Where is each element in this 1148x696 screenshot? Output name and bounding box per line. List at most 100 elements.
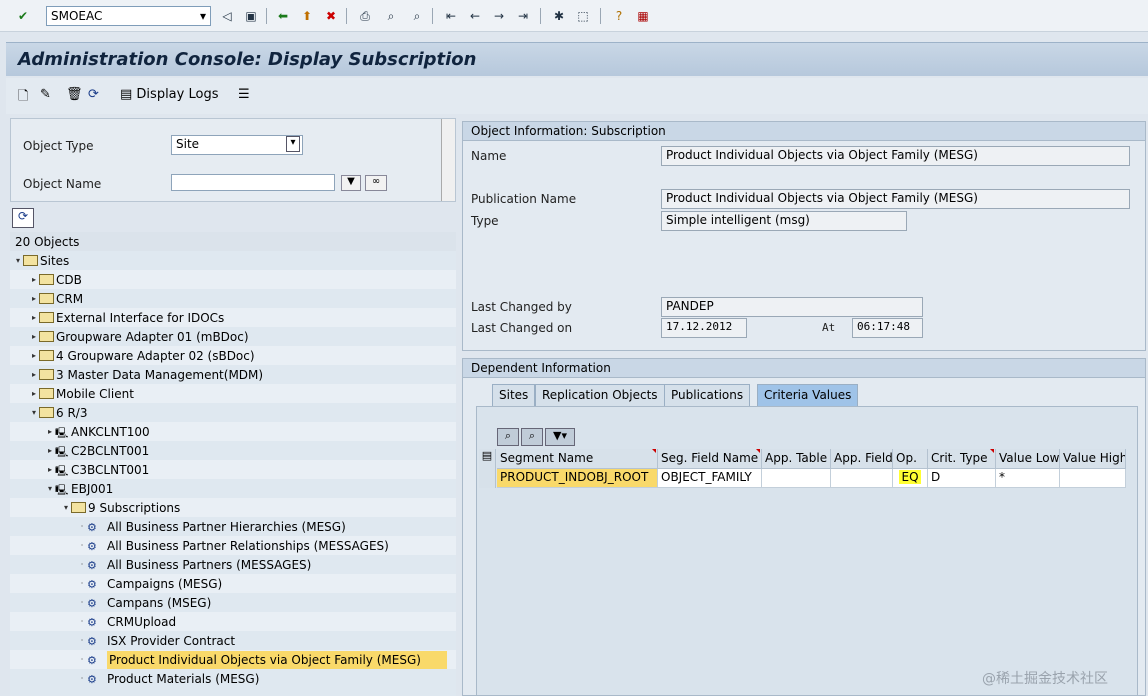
tree-node[interactable]: · ⚙ ISX Provider Contract [10, 631, 456, 650]
filter-icon[interactable]: ▼▾ [545, 428, 575, 446]
edit-icon[interactable]: ✎ [40, 87, 51, 102]
check-icon[interactable]: ✔ [14, 7, 32, 25]
tree-label: CRM [56, 291, 84, 306]
at-time-field: 06:17:48 [852, 318, 923, 338]
display-logs-button[interactable]: ▤ Display Logs [120, 87, 218, 102]
tree-label: All Business Partners (MESSAGES) [107, 557, 312, 572]
column-header[interactable]: Segment Name [497, 449, 658, 469]
tree-node[interactable]: ▾ 9 Subscriptions [10, 498, 456, 517]
selection-panel: Object Type Site ▾ Object Name ▼ ∞ [10, 118, 456, 202]
details-icon[interactable]: ⌕ [497, 428, 519, 446]
tree-label: 3 Master Data Management(MDM) [56, 367, 264, 382]
tree-node[interactable]: ▸ External Interface for IDOCs [10, 308, 456, 327]
tree-node[interactable]: ▸ 4 Groupware Adapter 02 (sBDoc) [10, 346, 456, 365]
find-icon[interactable]: ⌕ [521, 428, 543, 446]
shortcut-icon[interactable]: ⬚ [574, 7, 592, 25]
column-label: App. Field [834, 451, 893, 465]
tree-label: 4 Groupware Adapter 02 (sBDoc) [56, 348, 255, 363]
tree-node[interactable]: · ⚙ CRMUpload [10, 612, 456, 631]
table-cell[interactable]: OBJECT_FAMILY [658, 469, 762, 488]
tree-node[interactable]: ▸ 3 Master Data Management(MDM) [10, 365, 456, 384]
command-field-value[interactable]: SMOEAC [51, 9, 102, 23]
tab-publications[interactable]: Publications [664, 384, 751, 406]
tab-replication-objects[interactable]: Replication Objects [535, 384, 665, 406]
tree-node[interactable]: · ⚙ Campans (MSEG) [10, 593, 456, 612]
subscription-icon: ⚙ [87, 596, 97, 610]
tree-node-sites[interactable]: ▾ Sites [10, 251, 456, 270]
table-cell[interactable]: D [928, 469, 996, 488]
refresh-icon[interactable]: ⟳ [88, 87, 99, 102]
table-cell[interactable]: * [996, 469, 1060, 488]
tree-node[interactable]: ▸ CDB [10, 270, 456, 289]
column-header[interactable]: Op. [893, 449, 928, 469]
tree-node[interactable]: ▸ 🖳 C2BCLNT001 [10, 441, 456, 460]
tree-node[interactable]: · ⚙ Product Materials (MESG) [10, 669, 456, 688]
display-logs-label: Display Logs [136, 87, 219, 102]
last-page-icon[interactable]: ⇥ [514, 7, 532, 25]
table-cell[interactable] [762, 469, 831, 488]
row-selector[interactable] [479, 469, 496, 488]
glasses-icon[interactable]: ∞ [365, 175, 387, 191]
tree-node[interactable]: · ⚙ Campaigns (MESG) [10, 574, 456, 593]
tree-label: All Business Partner Hierarchies (MESG) [107, 519, 346, 534]
delete-icon[interactable]: 🗑 [66, 87, 83, 102]
filter-icon[interactable]: ▼ [341, 175, 361, 191]
cancel-icon[interactable]: ✖ [322, 7, 340, 25]
next-page-icon[interactable]: → [490, 7, 508, 25]
chevron-down-icon[interactable]: ▾ [286, 136, 300, 152]
new-document-icon[interactable]: 🗋 [18, 87, 28, 109]
tree-node[interactable]: · ⚙ All Business Partners (MESSAGES) [10, 555, 456, 574]
table-cell[interactable]: EQ [893, 469, 928, 488]
list-icon[interactable]: ☰ [238, 87, 250, 102]
exit-icon[interactable]: ⬆ [298, 7, 316, 25]
tree-node-selected[interactable]: · ⚙ Product Individual Objects via Object … [10, 650, 456, 669]
column-header[interactable]: Value High [1060, 449, 1126, 469]
table-cell[interactable] [831, 469, 893, 488]
column-header[interactable]: App. Table [762, 449, 831, 469]
tree-node[interactable]: ▸ Mobile Client [10, 384, 456, 403]
tree-label: Sites [40, 253, 70, 268]
screen-title-bar: Administration Console: Display Subscrip… [6, 42, 1148, 76]
tree-node[interactable]: ▾ 🖳 EBJ001 [10, 479, 456, 498]
tree-node[interactable]: ▸ CRM [10, 289, 456, 308]
new-session-icon[interactable]: ✱ [550, 7, 568, 25]
prev-page-icon[interactable]: ← [466, 7, 484, 25]
print-icon[interactable]: ⎙ [356, 7, 374, 25]
first-page-icon[interactable]: ⇤ [442, 7, 460, 25]
save-icon[interactable]: ▣ [242, 7, 260, 25]
name-field: Product Individual Objects via Object Fa… [661, 146, 1130, 166]
column-header[interactable]: App. Field [831, 449, 893, 469]
tree-label: Product Materials (MESG) [107, 671, 260, 686]
tree-node[interactable]: ▾ 6 R/3 [10, 403, 456, 422]
find-icon[interactable]: ⌕ [382, 7, 400, 25]
command-field[interactable]: SMOEAC ▾ [46, 6, 211, 26]
subscription-icon: ⚙ [87, 520, 97, 534]
tree-node[interactable]: · ⚙ All Business Partner Relationships (ME… [10, 536, 456, 555]
column-label: Op. [896, 451, 917, 465]
chevron-down-icon[interactable]: ▾ [200, 9, 206, 23]
tree-node[interactable]: ▸ Groupware Adapter 01 (mBDoc) [10, 327, 456, 346]
tree-node[interactable]: ▸ 🖳 C3BCLNT001 [10, 460, 456, 479]
scrollbar[interactable] [441, 119, 455, 201]
table-cell[interactable]: PRODUCT_INDOBJ_ROOT [497, 469, 658, 488]
object-name-input[interactable] [171, 174, 335, 191]
column-label: Segment Name [500, 451, 594, 465]
watermark: @稀土掘金技术社区 [982, 671, 1108, 687]
refresh-tree-icon[interactable]: ⟳ [12, 208, 34, 228]
object-type-select[interactable]: Site ▾ [171, 135, 303, 155]
help-icon[interactable]: ? [610, 7, 628, 25]
column-header[interactable]: Value Low [996, 449, 1060, 469]
table-cell[interactable] [1060, 469, 1126, 488]
tree-node[interactable]: ▸ 🖳 ANKCLNT100 [10, 422, 456, 441]
layout-icon[interactable]: ▦ [634, 7, 652, 25]
tree-node[interactable]: · ⚙ All Business Partner Hierarchies (MESG… [10, 517, 456, 536]
back-nav-icon[interactable]: ⬅ [274, 7, 292, 25]
column-header[interactable]: Seg. Field Name [658, 449, 762, 469]
back-icon[interactable]: ◁ [218, 7, 236, 25]
computer-icon: 🖳 [55, 484, 69, 496]
tab-sites[interactable]: Sites [492, 384, 536, 406]
tab-criteria-values[interactable]: Criteria Values [757, 384, 859, 406]
column-header[interactable]: Crit. Type [928, 449, 996, 469]
select-all-icon[interactable]: ▤ [479, 449, 496, 469]
find-next-icon[interactable]: ⌕ [408, 7, 426, 25]
